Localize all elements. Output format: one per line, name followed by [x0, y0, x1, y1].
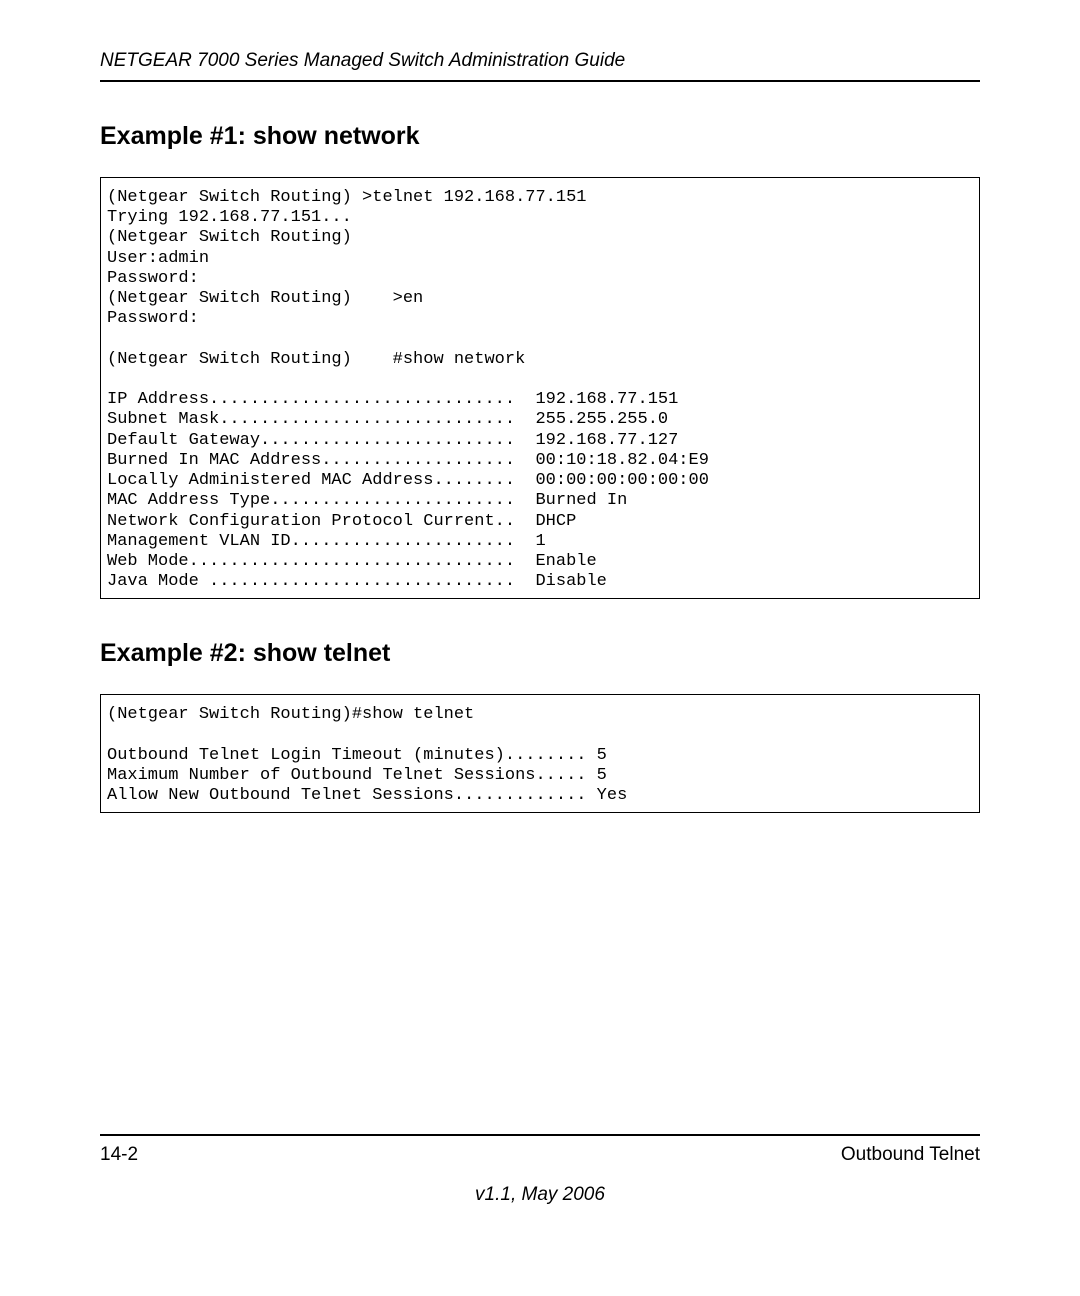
- footer-rule: [100, 1134, 980, 1136]
- header-rule: [100, 80, 980, 82]
- footer-version: v1.1, May 2006: [100, 1184, 980, 1206]
- example1-heading: Example #1: show network: [100, 122, 980, 151]
- footer-section-name: Outbound Telnet: [841, 1144, 980, 1166]
- footer-page-number: 14-2: [100, 1144, 138, 1166]
- example2-heading: Example #2: show telnet: [100, 639, 980, 668]
- page-header: NETGEAR 7000 Series Managed Switch Admin…: [100, 50, 980, 82]
- page-footer: 14-2 Outbound Telnet v1.1, May 2006: [100, 1134, 980, 1206]
- footer-row: 14-2 Outbound Telnet: [100, 1144, 980, 1166]
- example2-code-block: (Netgear Switch Routing)#show telnet Out…: [100, 694, 980, 813]
- example1-code-block: (Netgear Switch Routing) >telnet 192.168…: [100, 177, 980, 599]
- header-title: NETGEAR 7000 Series Managed Switch Admin…: [100, 50, 980, 72]
- page-container: NETGEAR 7000 Series Managed Switch Admin…: [0, 0, 1080, 1296]
